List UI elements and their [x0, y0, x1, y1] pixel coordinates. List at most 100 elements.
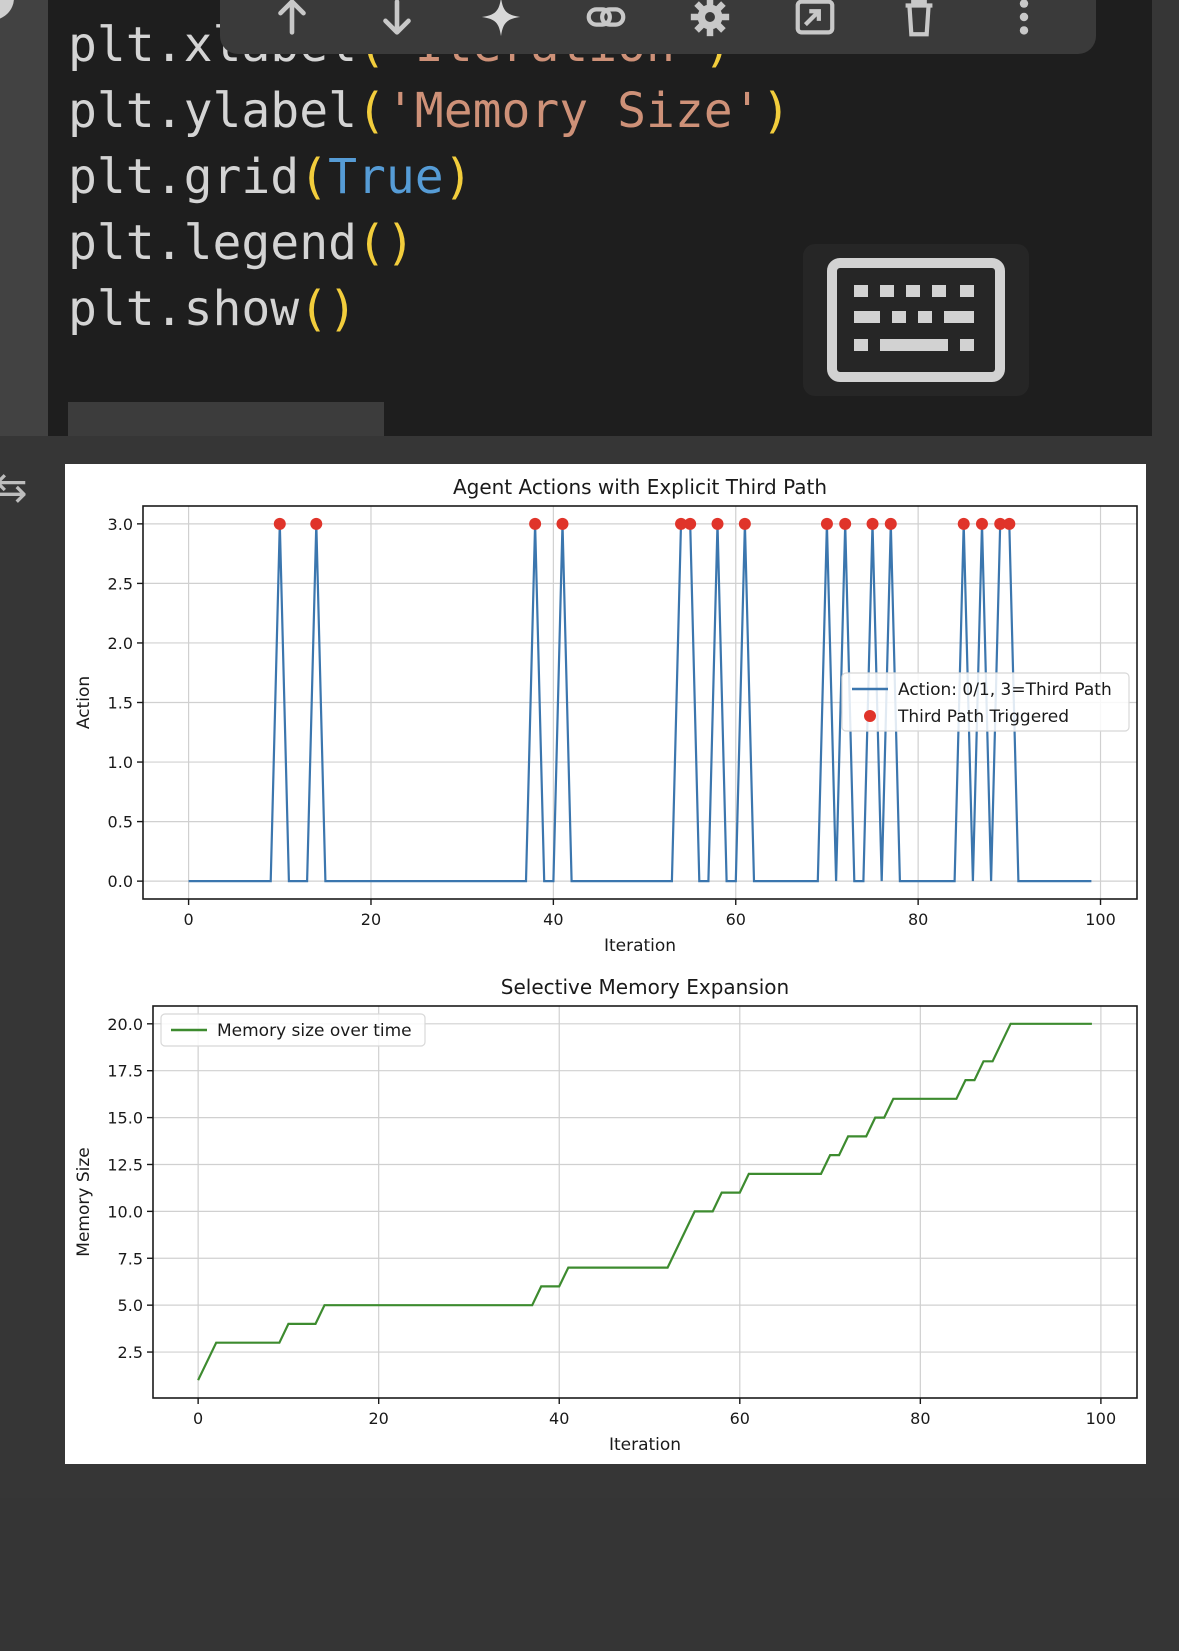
- chart-1: 0 20 40 60 80 100 0.0 0.5 1.0 1.5 2.0 2.5 3.0 Agent A…: [74, 475, 1138, 956]
- output-actions-icon[interactable]: ⇆: [0, 468, 28, 508]
- scatter-point: [866, 517, 879, 530]
- delete-cell-button[interactable]: [891, 0, 947, 45]
- x-axis-label: Iteration: [604, 936, 676, 956]
- scatter-point: [738, 517, 751, 530]
- legend-label: Third Path Triggered: [897, 707, 1069, 727]
- y-tick-label: 0.0: [108, 872, 133, 891]
- open-in-editor-icon: [795, 0, 835, 35]
- y-tick-label: 1.0: [108, 753, 133, 772]
- code-token: (: [299, 149, 329, 205]
- charts-figure: 0 20 40 60 80 100 0.0 0.5 1.0 1.5 2.0 2.5 3.0 Agent A…: [74, 475, 1138, 1455]
- code-token: plt.grid: [68, 149, 300, 205]
- open-in-editor-button[interactable]: [787, 0, 843, 45]
- delete-icon: [905, 0, 933, 37]
- y-tick-label: 5.0: [118, 1296, 143, 1315]
- move-down-icon: [382, 0, 411, 35]
- code-token: (: [356, 83, 386, 139]
- scatter-point: [684, 517, 697, 530]
- code-token: 'Memory Size': [385, 83, 762, 139]
- move-up-button[interactable]: [264, 0, 320, 45]
- link-icon: [586, 7, 626, 27]
- code-token: (): [299, 281, 357, 337]
- y-axis-label: Memory Size: [74, 1147, 94, 1256]
- y-tick-label: 1.5: [108, 694, 133, 713]
- y-tick-label: 12.5: [107, 1155, 143, 1174]
- y-tick-label: 3.0: [108, 515, 133, 534]
- code-line: plt.legend(): [68, 210, 790, 276]
- code-token: True: [328, 149, 444, 205]
- scatter-point: [711, 517, 724, 530]
- move-down-button[interactable]: [369, 0, 425, 45]
- scatter-point: [820, 517, 833, 530]
- x-tick-label: 40: [543, 910, 563, 929]
- more-options-button[interactable]: [996, 0, 1052, 45]
- chart-title: Selective Memory Expansion: [501, 975, 789, 999]
- plot-frame: [152, 1005, 1138, 1399]
- y-tick-label: 2.5: [118, 1343, 143, 1362]
- scatter-point: [529, 517, 542, 530]
- cell-toolbar: [220, 0, 1096, 54]
- y-tick-label: 15.0: [107, 1109, 143, 1128]
- more-vert-icon: [1019, 0, 1028, 35]
- scatter-point: [839, 517, 852, 530]
- ai-assist-button[interactable]: [473, 0, 529, 45]
- x-tick-label: 100: [1086, 1409, 1117, 1428]
- code-token: ): [443, 149, 473, 205]
- code-token: ): [761, 83, 791, 139]
- y-tick-label: 0.5: [108, 813, 133, 832]
- code-token: plt.legend: [68, 215, 357, 271]
- scatter-point: [556, 517, 569, 530]
- x-tick-label: 40: [549, 1409, 569, 1428]
- code-line: plt.show(): [68, 276, 790, 342]
- scatter-point: [975, 517, 988, 530]
- y-tick-label: 2.0: [108, 634, 133, 653]
- x-tick-label: 20: [369, 1409, 389, 1428]
- x-tick-label: 0: [193, 1409, 203, 1428]
- keyboard-toggle-button[interactable]: [803, 244, 1029, 396]
- y-tick-label: 10.0: [107, 1202, 143, 1221]
- y-tick-label: 7.5: [118, 1249, 143, 1268]
- sparkle-icon: [482, 0, 521, 37]
- chart-legend: Action: 0/1, 3=Third Path Third Path Trig…: [841, 672, 1130, 732]
- scatter-point: [273, 517, 286, 530]
- chart-title: Agent Actions with Explicit Third Path: [453, 475, 827, 499]
- code-line: plt.ylabel('Memory Size'): [68, 78, 790, 144]
- legend-label: Memory size over time: [217, 1021, 412, 1041]
- legend-label: Action: 0/1, 3=Third Path: [898, 680, 1112, 700]
- y-axis-label: Action: [74, 676, 94, 729]
- code-token: plt.show: [68, 281, 300, 337]
- copy-link-button[interactable]: [578, 0, 634, 45]
- scatter-point: [957, 517, 970, 530]
- x-tick-label: 80: [910, 1409, 930, 1428]
- x-tick-label: 0: [184, 910, 194, 929]
- x-tick-label: 20: [361, 910, 381, 929]
- y-tick-label: 17.5: [107, 1062, 143, 1081]
- horizontal-scrollbar[interactable]: [68, 402, 384, 436]
- y-tick-label: 20.0: [107, 1015, 143, 1034]
- x-tick-label: 60: [730, 1409, 750, 1428]
- x-tick-label: 60: [726, 910, 746, 929]
- x-axis-label: Iteration: [609, 1435, 681, 1455]
- gear-icon: [691, 0, 730, 37]
- code-token: (): [356, 215, 415, 271]
- run-cell-button[interactable]: [0, 0, 14, 20]
- x-tick-label: 80: [908, 910, 928, 929]
- settings-button[interactable]: [682, 0, 738, 45]
- scatter-point: [884, 517, 897, 530]
- chart-2: 0 20 40 60 80 100 2.5 5.0 7.5 10.0 12.5 15.0 17.5 20.…: [74, 975, 1138, 1455]
- empty-notebook-area: [0, 1498, 1179, 1651]
- y-tick-label: 2.5: [108, 574, 133, 593]
- legend-marker-swatch: [864, 710, 876, 722]
- x-tick-label: 100: [1085, 910, 1116, 929]
- code-editor[interactable]: plt.xlabel('Iteration')plt.ylabel('Memor…: [68, 12, 790, 342]
- code-line: plt.grid(True): [68, 144, 790, 210]
- keyboard-icon: [827, 258, 1005, 382]
- series-line: [197, 1022, 1092, 1381]
- cell-output: 0 20 40 60 80 100 0.0 0.5 1.0 1.5 2.0 2.5 3.0 Agent A…: [65, 464, 1146, 1464]
- cell-gutter: [0, 0, 48, 436]
- code-token: plt.ylabel: [68, 83, 357, 139]
- scatter-point: [310, 517, 323, 530]
- move-up-icon: [278, 0, 307, 35]
- chart-legend: Memory size over time: [160, 1013, 426, 1047]
- scatter-point: [1003, 517, 1016, 530]
